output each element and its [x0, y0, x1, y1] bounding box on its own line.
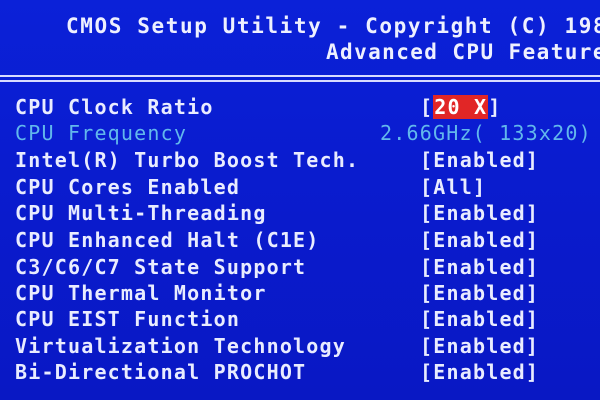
- setting-value[interactable]: [20 X]: [420, 95, 501, 119]
- bracket-close: ]: [488, 95, 502, 119]
- setting-value[interactable]: [Enabled]: [420, 281, 539, 305]
- setting-cpu-enhanced-halt[interactable]: CPU Enhanced Halt (C1E) [Enabled]: [15, 228, 600, 252]
- bios-screen: CMOS Setup Utility - Copyright (C) 1984-…: [0, 0, 600, 400]
- setting-value[interactable]: [Enabled]: [420, 255, 539, 279]
- setting-value[interactable]: [Enabled]: [420, 228, 539, 252]
- setting-value: 2.66GHz( 133x20): [380, 121, 592, 145]
- setting-label: CPU Multi-Threading: [15, 201, 267, 225]
- setting-label: CPU Frequency: [15, 121, 188, 145]
- setting-value[interactable]: [Enabled]: [420, 201, 539, 225]
- setting-label: CPU Cores Enabled: [15, 175, 241, 199]
- setting-turbo-boost[interactable]: Intel(R) Turbo Boost Tech. [Enabled]: [15, 148, 600, 172]
- setting-value[interactable]: [All]: [420, 175, 486, 199]
- setting-label: CPU Thermal Monitor: [15, 281, 267, 305]
- setting-value[interactable]: [Enabled]: [420, 307, 539, 331]
- setting-value[interactable]: [Enabled]: [420, 360, 539, 384]
- setting-cpu-eist[interactable]: CPU EIST Function [Enabled]: [15, 307, 600, 331]
- setting-label: Virtualization Technology: [15, 334, 347, 358]
- window-title: CMOS Setup Utility - Copyright (C) 1984-…: [66, 14, 600, 38]
- setting-label: Intel(R) Turbo Boost Tech.: [15, 148, 360, 172]
- setting-value[interactable]: [Enabled]: [420, 148, 539, 172]
- page-title: Advanced CPU Features: [326, 40, 600, 64]
- setting-label: CPU Enhanced Halt (C1E): [15, 228, 320, 252]
- setting-value[interactable]: [Enabled]: [420, 334, 539, 358]
- setting-bi-directional-prochot[interactable]: Bi-Directional PROCHOT [Enabled]: [15, 360, 600, 384]
- setting-cpu-thermal-monitor[interactable]: CPU Thermal Monitor [Enabled]: [15, 281, 600, 305]
- header-divider: [0, 75, 600, 85]
- bracket-open: [: [420, 95, 434, 119]
- setting-label: CPU Clock Ratio: [15, 95, 214, 119]
- setting-cpu-frequency: CPU Frequency 2.66GHz( 133x20): [15, 121, 600, 145]
- setting-label: Bi-Directional PROCHOT: [15, 360, 307, 384]
- setting-label: C3/C6/C7 State Support: [15, 255, 307, 279]
- setting-cpu-multi-threading[interactable]: CPU Multi-Threading [Enabled]: [15, 201, 600, 225]
- setting-cpu-cores-enabled[interactable]: CPU Cores Enabled [All]: [15, 175, 600, 199]
- setting-virtualization[interactable]: Virtualization Technology [Enabled]: [15, 334, 600, 358]
- setting-label: CPU EIST Function: [15, 307, 241, 331]
- setting-c-state-support[interactable]: C3/C6/C7 State Support [Enabled]: [15, 255, 600, 279]
- setting-cpu-clock-ratio[interactable]: CPU Clock Ratio [20 X]: [15, 95, 600, 119]
- selected-value-highlight[interactable]: 20 X: [433, 95, 489, 119]
